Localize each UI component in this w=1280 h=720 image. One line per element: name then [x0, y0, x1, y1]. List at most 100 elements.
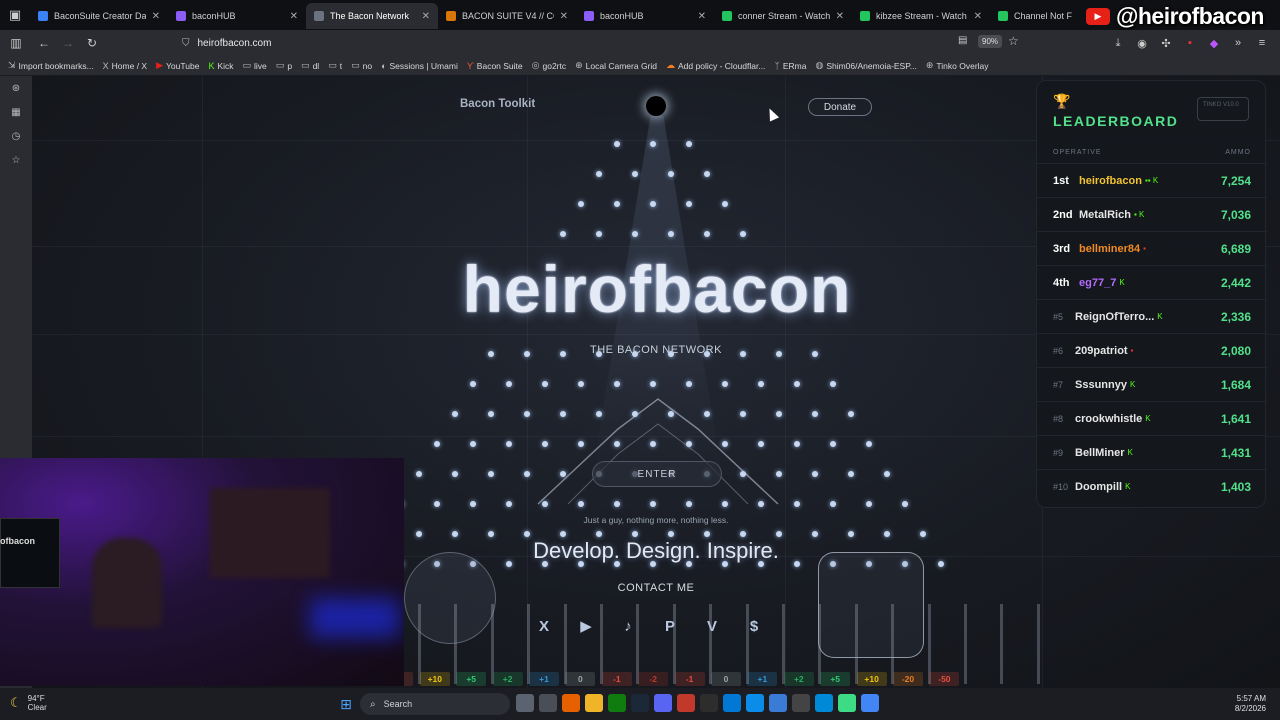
ai-chat-icon[interactable]: ⊛	[0, 76, 32, 100]
bookmark-item[interactable]: ▭ p	[276, 60, 292, 71]
taskbar-search[interactable]: ⌕ Search	[360, 693, 510, 715]
menu-icon[interactable]: ≡	[1252, 33, 1272, 53]
sidebar-toggle-icon[interactable]: ▥	[4, 31, 28, 55]
bookmark-item[interactable]: ◐ Sessions | Umami	[381, 61, 458, 71]
leaderboard-name: 209patriot	[1075, 344, 1128, 357]
close-tab-icon[interactable]: ✕	[290, 11, 298, 22]
leaderboard-row[interactable]: 4th eg77_7 K 2,442	[1037, 265, 1267, 299]
browser-tab[interactable]: BaconSuite Creator Dashboard ✕	[30, 3, 168, 29]
extension-purple-icon[interactable]: ◆	[1204, 33, 1224, 53]
close-tab-icon[interactable]: ✕	[422, 11, 430, 22]
bookmark-item[interactable]: ▭ no	[351, 60, 372, 71]
leaderboard-row[interactable]: #8 crookwhistle K 1,641	[1037, 401, 1267, 435]
bookmark-item[interactable]: ▭ dl	[301, 60, 319, 71]
youtube-icon[interactable]: ▶	[576, 616, 596, 636]
browser-tab[interactable]: baconHUB ✕	[576, 3, 714, 29]
vscode-icon[interactable]	[723, 694, 741, 712]
site-info-icon[interactable]: ⛉	[182, 38, 190, 49]
leaderboard-row[interactable]: #7 Sssunnyy K 1,684	[1037, 367, 1267, 401]
leaderboard-row[interactable]: #5 ReignOfTerro... K 2,336	[1037, 299, 1267, 333]
widgets-app-icon[interactable]	[516, 694, 534, 712]
bookmark-item[interactable]: ⊕ Tinko Overlay	[926, 60, 989, 71]
leaderboard-row[interactable]: 3rd bellminer84 ▪ 6,689	[1037, 231, 1267, 265]
back-button[interactable]: ←	[32, 31, 56, 55]
tiktok-icon[interactable]: ♪	[618, 616, 638, 636]
reader-mode-icon[interactable]: ▤	[958, 35, 967, 46]
system-clock[interactable]: 5:57 AM 8/2/2026	[1235, 694, 1266, 714]
bookmark-item[interactable]: ϒ Bacon Suite	[467, 61, 523, 71]
bookmark-item[interactable]: ▶ YouTube	[156, 60, 199, 71]
contact-me-link[interactable]: CONTACT ME	[556, 582, 756, 594]
leaderboard-row[interactable]: 2nd MetalRich ▪ K 7,036	[1037, 197, 1267, 231]
xbox-icon[interactable]	[608, 694, 626, 712]
close-tab-icon[interactable]: ✕	[698, 11, 706, 22]
chrome-icon[interactable]	[861, 694, 879, 712]
overflow-chevron-icon[interactable]: »	[1228, 33, 1248, 53]
notepad-icon[interactable]	[769, 694, 787, 712]
task-view-icon[interactable]	[539, 694, 557, 712]
windows-start-icon[interactable]: ⊞	[338, 696, 354, 712]
enter-button[interactable]: ENTER	[592, 461, 722, 487]
bookmark-item[interactable]: ᛉ ERma	[774, 61, 806, 71]
close-tab-icon[interactable]: ✕	[836, 11, 844, 22]
synced-tabs-icon[interactable]: ▦	[0, 100, 32, 124]
close-tab-icon[interactable]: ✕	[560, 11, 568, 22]
browser-menu-icon[interactable]: ▣	[0, 0, 30, 30]
bookmark-item[interactable]: ◍ Shim06/Anemoia-ESP...	[815, 60, 916, 71]
history-icon[interactable]: ◷	[0, 124, 32, 148]
download-icon[interactable]: ⤓	[1108, 33, 1128, 53]
azure-icon[interactable]	[815, 694, 833, 712]
leaderboard-row[interactable]: #6 209patriot ▪ 2,080	[1037, 333, 1267, 367]
forward-button[interactable]: →	[56, 31, 80, 55]
bookmark-item[interactable]: ⊕ Local Camera Grid	[575, 60, 657, 71]
tab-favicon-icon	[584, 11, 594, 21]
bacon-toolkit-link[interactable]: Bacon Toolkit	[460, 98, 535, 110]
obs-icon[interactable]	[792, 694, 810, 712]
firefox-icon[interactable]	[562, 694, 580, 712]
extension-red-icon[interactable]: ▪	[1180, 33, 1200, 53]
plinko-peg	[668, 231, 674, 237]
weather-widget[interactable]: ☾ 94°F Clear	[10, 694, 47, 712]
bookmark-item[interactable]: ⇲ Import bookmarks...	[8, 60, 94, 71]
leaderboard-row[interactable]: #9 BellMiner K 1,431	[1037, 435, 1267, 469]
bookmark-item[interactable]: K Kick	[208, 61, 233, 71]
plinko-peg	[650, 141, 656, 147]
account-icon[interactable]: ◉	[1132, 33, 1152, 53]
browser-tab[interactable]: baconHUB ✕	[168, 3, 306, 29]
discord-icon[interactable]	[654, 694, 672, 712]
webcam-overlay: ofbacon	[0, 458, 404, 686]
donate-button[interactable]: Donate	[808, 98, 872, 116]
close-tab-icon[interactable]: ✕	[974, 11, 982, 22]
x-icon[interactable]: X	[534, 616, 554, 636]
steam-icon[interactable]	[631, 694, 649, 712]
bookmarks-icon[interactable]: ☆	[0, 148, 32, 172]
close-tab-icon[interactable]: ✕	[152, 11, 160, 22]
bookmark-item[interactable]: ▭ t	[328, 60, 342, 71]
plinko-peg	[812, 351, 818, 357]
play-icon[interactable]	[838, 694, 856, 712]
bookmark-star-icon[interactable]: ☆	[1008, 34, 1019, 48]
reload-button[interactable]: ↻	[80, 31, 104, 55]
terminal-icon[interactable]	[700, 694, 718, 712]
patreon-icon[interactable]: P	[660, 616, 680, 636]
zoom-level[interactable]: 90%	[978, 35, 1003, 48]
browser-tab[interactable]: BACON SUITE V4 // COMMA ✕	[438, 3, 576, 29]
address-bar[interactable]: ⛉ heirofbacon.com	[172, 32, 1032, 54]
plinko-peg	[812, 531, 818, 537]
bookmark-item[interactable]: ▭ live	[243, 60, 267, 71]
bookmark-item[interactable]: ☁ Add policy - Cloudflar...	[666, 60, 765, 71]
plinko-score: +5	[820, 672, 851, 686]
browser-tab[interactable]: The Bacon Network ✕	[306, 3, 438, 29]
browser-tab[interactable]: kibzee Stream - Watch Live ✕	[852, 3, 990, 29]
file-explorer-icon[interactable]	[585, 694, 603, 712]
leaderboard-row[interactable]: 1st heirofbacon ▪▪ K 7,254	[1037, 163, 1267, 197]
browser-tab[interactable]: conner Stream - Watch Live ✕	[714, 3, 852, 29]
bookmark-item[interactable]: ◎ go2rtc	[532, 60, 566, 71]
bookmark-item[interactable]: X Home / X	[103, 61, 147, 71]
browser-tab[interactable]: Channel Not Fo	[990, 3, 1080, 29]
streaming-app-icon[interactable]	[677, 694, 695, 712]
leaderboard-row[interactable]: #10 Doompill K 1,403	[1037, 469, 1267, 503]
edge-icon[interactable]	[746, 694, 764, 712]
extensions-icon[interactable]: ✣	[1156, 33, 1176, 53]
plinko-peg	[866, 501, 872, 507]
